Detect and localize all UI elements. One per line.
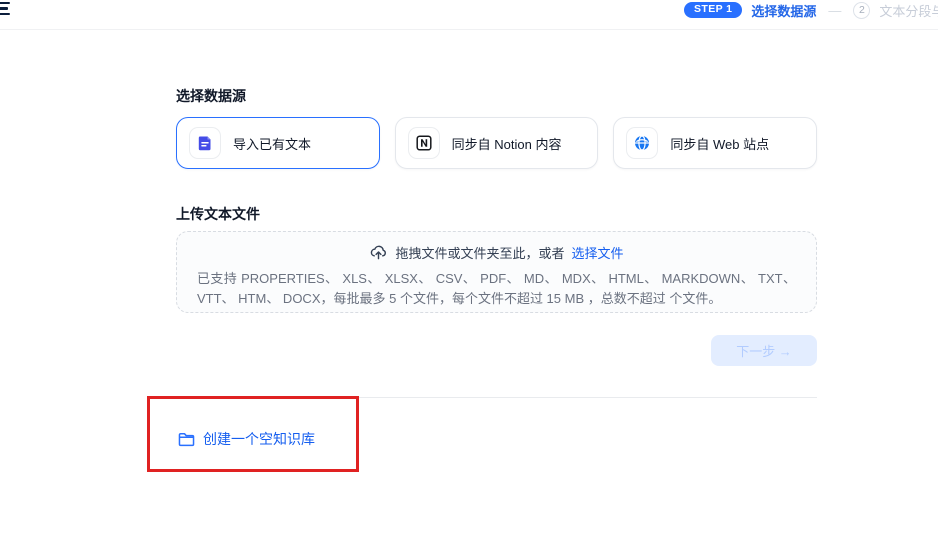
option-label: 同步自 Notion 内容 <box>452 134 562 153</box>
dropzone-instruction: 拖拽文件或文件夹至此，或者 选择文件 <box>197 243 796 262</box>
source-section-title: 选择数据源 <box>176 86 246 106</box>
upload-cloud-icon <box>369 243 388 262</box>
folder-icon <box>178 432 195 447</box>
menu-icon[interactable] <box>0 2 10 15</box>
file-text-icon <box>189 127 221 159</box>
step2-number: 2 <box>853 2 870 19</box>
file-dropzone[interactable]: 拖拽文件或文件夹至此，或者 选择文件 已支持 PROPERTIES、 XLS、 … <box>176 231 817 313</box>
step1-label: 选择数据源 <box>751 1 816 20</box>
data-source-options: 导入已有文本 同步自 Notion 内容 <box>176 117 817 169</box>
option-import-text[interactable]: 导入已有文本 <box>176 117 380 169</box>
upload-section-title: 上传文本文件 <box>176 204 260 224</box>
globe-icon <box>626 127 658 159</box>
top-bar: STEP 1 选择数据源 — 2 文本分段与清洗 <box>0 0 938 30</box>
create-empty-kb-label: 创建一个空知识库 <box>203 429 315 449</box>
browse-files-link[interactable]: 选择文件 <box>572 243 624 262</box>
step2-label: 文本分段与清洗 <box>879 1 938 20</box>
page: STEP 1 选择数据源 — 2 文本分段与清洗 选择数据源 导入已有文本 <box>0 0 938 541</box>
section-divider <box>176 397 817 398</box>
supported-formats-hint: 已支持 PROPERTIES、 XLS、 XLSX、 CSV、 PDF、 MD、… <box>197 269 796 308</box>
step-separator: — <box>828 3 841 18</box>
option-label: 导入已有文本 <box>233 134 311 153</box>
create-empty-kb-link[interactable]: 创建一个空知识库 <box>178 429 315 449</box>
next-step-button[interactable]: 下一步 → <box>711 335 817 366</box>
dropzone-text: 拖拽文件或文件夹至此，或者 <box>395 243 564 262</box>
notion-icon <box>408 127 440 159</box>
option-sync-web[interactable]: 同步自 Web 站点 <box>613 117 817 169</box>
option-sync-notion[interactable]: 同步自 Notion 内容 <box>395 117 599 169</box>
step1-badge: STEP 1 <box>684 2 742 19</box>
step-indicator: STEP 1 选择数据源 — 2 文本分段与清洗 <box>684 1 938 19</box>
option-label: 同步自 Web 站点 <box>670 134 769 153</box>
